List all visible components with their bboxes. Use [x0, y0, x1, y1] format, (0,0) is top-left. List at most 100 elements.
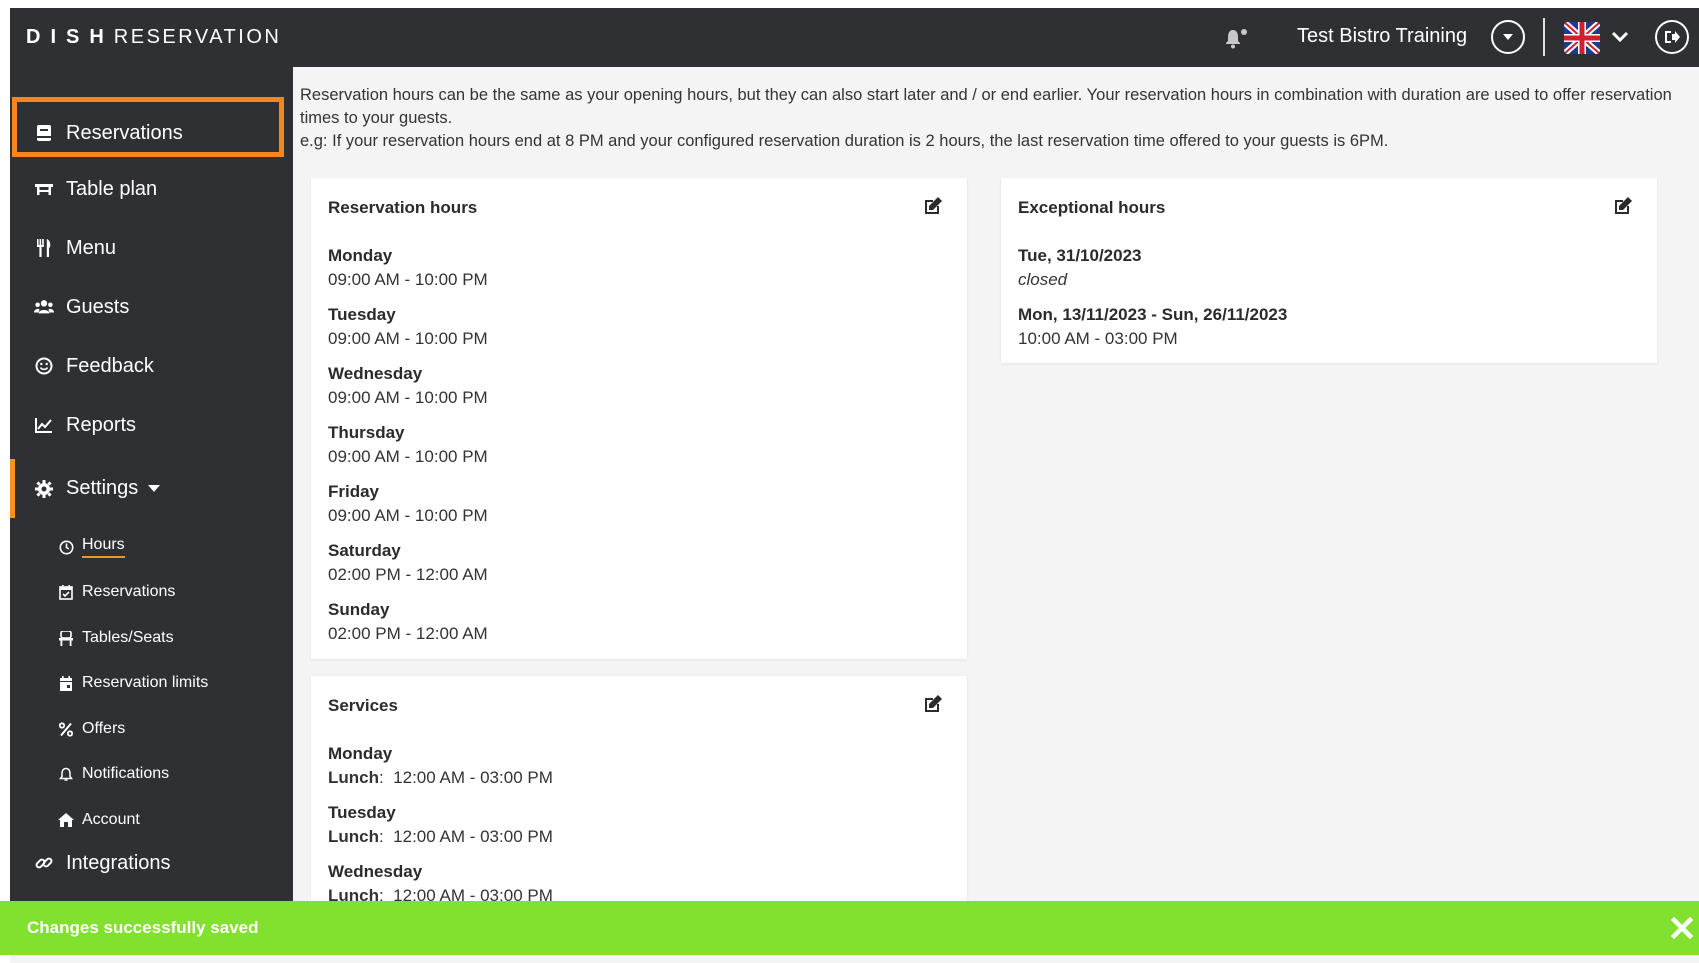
sidebar-item-settings[interactable]: Settings [10, 459, 293, 518]
percent-icon [58, 721, 74, 737]
service-line: Lunch: 12:00 AM - 03:00 PM [328, 827, 553, 846]
day-name: Saturday [328, 541, 401, 560]
card-title: Services [328, 696, 398, 715]
sidebar-subitem-hours[interactable]: Hours [10, 532, 293, 562]
sidebar-subitem-reservation-limits[interactable]: Reservation limits [10, 668, 293, 698]
card-title: Reservation hours [328, 198, 478, 217]
day-entry: Friday 09:00 AM - 10:00 PM [328, 480, 488, 528]
bell-icon[interactable] [1224, 26, 1250, 50]
day-entry: Saturday 02:00 PM - 12:00 AM [328, 539, 488, 587]
exceptional-hours-card: Exceptional hours Tue, 31/10/2023 closed… [1001, 178, 1657, 363]
day-time: 02:00 PM - 12:00 AM [328, 565, 488, 584]
day-time: 09:00 AM - 10:00 PM [328, 388, 488, 407]
day-name: Thursday [328, 423, 405, 442]
day-entry: Tuesday 09:00 AM - 10:00 PM [328, 303, 488, 351]
clock-icon [58, 539, 74, 555]
exception-detail: 10:00 AM - 03:00 PM [1018, 329, 1178, 348]
link-icon [34, 853, 54, 873]
services-card: Services Monday Lunch: 12:00 AM - 03:00 … [311, 676, 967, 916]
home-icon [58, 812, 74, 828]
service-time: 12:00 AM - 03:00 PM [393, 827, 553, 846]
exception-detail: closed [1018, 268, 1142, 292]
day-name: Tuesday [328, 305, 396, 324]
exception-date: Mon, 13/11/2023 - Sun, 26/11/2023 [1018, 305, 1288, 324]
service-line: Lunch: 12:00 AM - 03:00 PM [328, 768, 553, 787]
day-entry: Sunday 02:00 PM - 12:00 AM [328, 598, 488, 646]
sidebar-subitem-account[interactable]: Account [10, 805, 293, 835]
sidebar-subitem-reservations[interactable]: Reservations [10, 577, 293, 607]
edit-icon[interactable] [1613, 196, 1633, 216]
sidebar-subitem-label: Reservations [82, 583, 176, 600]
sidebar-item-guests[interactable]: Guests [10, 282, 293, 332]
sidebar-subitem-label: Account [82, 811, 140, 828]
info-line: Reservation hours can be the same as you… [300, 86, 1672, 127]
bell-outline-icon [58, 766, 74, 782]
info-text: Reservation hours can be the same as you… [300, 84, 1685, 153]
uk-flag-icon[interactable] [1564, 22, 1600, 54]
sidebar-item-menu[interactable]: Menu [10, 223, 293, 273]
sidebar-item-label: Feedback [66, 354, 154, 377]
chair-icon [58, 630, 74, 646]
service-entry: Monday Lunch: 12:00 AM - 03:00 PM [328, 742, 553, 790]
card-title: Exceptional hours [1018, 198, 1166, 217]
sidebar-item-integrations[interactable]: Integrations [10, 838, 293, 888]
table-icon [34, 179, 54, 199]
sidebar: Reservations Table plan Menu Guests Feed [10, 67, 293, 907]
gear-icon [34, 479, 54, 499]
sidebar-item-label: Guests [66, 295, 130, 318]
sidebar-item-feedback[interactable]: Feedback [10, 341, 293, 391]
users-icon [34, 297, 54, 317]
restaurant-name[interactable]: Test Bistro Training [1297, 25, 1467, 48]
caret-down-icon [148, 484, 161, 493]
day-entry: Thursday 09:00 AM - 10:00 PM [328, 421, 488, 469]
day-name: Monday [328, 246, 393, 265]
top-bar: DISHRESERVATION Test Bistro Training [10, 8, 1699, 67]
reservation-hours-card: Reservation hours Monday 09:00 AM - 10:0… [311, 178, 967, 659]
day-time: 09:00 AM - 10:00 PM [328, 447, 488, 466]
edit-icon[interactable] [923, 196, 943, 216]
brand-bold: DISH [26, 26, 114, 48]
day-name: Wednesday [328, 862, 423, 881]
exception-entry: Tue, 31/10/2023 closed [1018, 244, 1142, 292]
reservation-book-icon [34, 123, 54, 143]
sidebar-subitem-offers[interactable]: Offers [10, 714, 293, 744]
day-name: Wednesday [328, 364, 423, 383]
header-divider [1543, 18, 1545, 56]
chart-line-icon [34, 415, 54, 435]
logout-icon[interactable] [1655, 20, 1689, 54]
day-entry: Wednesday 09:00 AM - 10:00 PM [328, 362, 488, 410]
info-line: e.g: If your reservation hours end at 8 … [300, 132, 1389, 150]
brand-logo[interactable]: DISHRESERVATION [26, 26, 281, 49]
sidebar-subitem-notifications[interactable]: Notifications [10, 759, 293, 789]
sidebar-subitem-label: Reservation limits [82, 674, 209, 691]
sidebar-item-table-plan[interactable]: Table plan [10, 164, 293, 214]
smile-icon [34, 356, 54, 376]
day-name: Tuesday [328, 803, 396, 822]
edit-icon[interactable] [923, 694, 943, 714]
chevron-down-icon[interactable] [1610, 28, 1630, 46]
chevron-down-circle-icon[interactable] [1491, 20, 1525, 54]
sidebar-item-label: Reservations [66, 121, 183, 144]
close-icon[interactable] [1670, 916, 1694, 940]
calendar-check-icon [58, 584, 74, 600]
day-name: Monday [328, 744, 393, 763]
service-entry: Tuesday Lunch: 12:00 AM - 03:00 PM [328, 801, 553, 849]
sidebar-subitem-label: Hours [82, 536, 125, 558]
sidebar-item-reservations[interactable]: Reservations [10, 108, 293, 158]
sidebar-item-label: Integrations [66, 851, 171, 874]
sidebar-item-label: Settings [66, 477, 139, 499]
sidebar-item-label: Reports [66, 413, 137, 436]
service-name: Lunch [328, 768, 379, 787]
sidebar-subitem-tables-seats[interactable]: Tables/Seats [10, 623, 293, 653]
success-toast: Changes successfully saved [0, 901, 1699, 955]
day-entry: Monday 09:00 AM - 10:00 PM [328, 244, 488, 292]
day-name: Sunday [328, 600, 390, 619]
sidebar-subitem-label: Notifications [82, 765, 170, 782]
service-time: 12:00 AM - 03:00 PM [393, 768, 553, 787]
brand-light: RESERVATION [113, 26, 282, 48]
exception-date: Tue, 31/10/2023 [1018, 246, 1142, 265]
sidebar-subitem-label: Offers [82, 720, 126, 737]
sidebar-item-label: Table plan [66, 177, 158, 200]
sidebar-item-reports[interactable]: Reports [10, 400, 293, 450]
day-time: 09:00 AM - 10:00 PM [328, 506, 488, 525]
